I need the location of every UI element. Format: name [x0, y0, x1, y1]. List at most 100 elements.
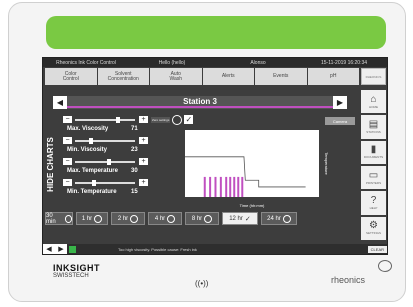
sidebar-settings[interactable]: ⚙ SETTINGS [361, 216, 386, 240]
slider-knob[interactable] [107, 159, 111, 165]
time-label: 12 hr [229, 215, 243, 222]
tab-events[interactable]: Events [255, 68, 307, 85]
time-label: 2 hr [117, 215, 129, 222]
sidebar-stations[interactable]: ▤ STATIONS [361, 115, 386, 139]
param-slider[interactable] [75, 138, 135, 144]
decrease-button[interactable]: − [63, 137, 72, 144]
user-name: Hello (hello) [158, 59, 186, 66]
sidebar-label: HOME [369, 104, 378, 109]
clear-button[interactable]: CLEAR [367, 245, 387, 253]
sidebar-label: STATIONS [366, 129, 381, 134]
radio-off-icon[interactable] [172, 114, 183, 125]
stations-icon: ▤ [368, 118, 379, 130]
param-row-min-temperature: − + Min. Temperature 15 [63, 179, 149, 200]
param-panel: − + Max. Viscosity 71 − + Min. Viscosity… [63, 116, 149, 200]
sidebar-printers[interactable]: ▭ PRINTERS [361, 165, 386, 190]
time-button-4hr[interactable]: 4 hr [148, 212, 182, 225]
viscosity-chart: ViscosityTemperatureTime (hh:mm) [185, 130, 361, 212]
inksight-brand: INKSIGHT SWISSTECH [53, 263, 100, 279]
rheonics-icon [378, 260, 392, 272]
prev-station-button[interactable]: ◀ [53, 96, 67, 109]
prev-status-button[interactable]: ◀ [43, 244, 55, 254]
top-info-strip: Rheonics Ink Color Control Hello (hello)… [43, 58, 387, 67]
chart-bar [237, 176, 240, 197]
time-label: 1 hr [81, 215, 93, 222]
touch-screen: Rheonics Ink Color Control Hello (hello)… [42, 57, 388, 255]
param-row-max-temperature: − + Max. Temperature 30 [63, 158, 149, 179]
sidebar-home[interactable]: ⌂ HOME [361, 90, 386, 114]
status-indicator [69, 245, 76, 253]
param-slider[interactable] [75, 180, 135, 186]
time-label: 4 hr [154, 215, 166, 222]
next-status-button[interactable]: ▶ [55, 244, 67, 254]
status-message: Too high viscosity. Possible cause: Fres… [118, 246, 197, 252]
time-range-bar: 30 min 1 hr 2 hr 4 hr 8 hr 12 hr ✓ 24 hr [43, 212, 387, 225]
param-row-min-viscosity: − + Min. Viscosity 23 [63, 137, 149, 158]
radio-icon [282, 214, 291, 223]
tab-alerts[interactable]: Alerts [202, 68, 254, 85]
hide-charts-label: HIDE CHARTS [45, 136, 55, 192]
param-slider[interactable] [75, 159, 135, 165]
param-label: Max. Temperature [67, 168, 118, 174]
sidebar-documents[interactable]: ▮ DOCUMENTS [361, 140, 386, 164]
check-icon[interactable]: ✓ [184, 115, 194, 124]
zoom-settings-label: Zero settings [151, 116, 171, 123]
sidebar-label: PRINTERS [365, 180, 382, 185]
increase-button[interactable]: + [139, 179, 148, 186]
sidebar-label: HELP [369, 205, 378, 210]
param-label: Min. Temperature [67, 189, 117, 195]
chart-line [185, 156, 306, 188]
nfc-icon: ((•)) [195, 279, 209, 288]
status-bar: ◀ ▶ Too high viscosity. Possible cause: … [43, 244, 387, 254]
time-button-30min[interactable]: 30 min [45, 212, 73, 225]
chart-bar [203, 176, 206, 197]
tab-color-control[interactable]: Color Control [45, 68, 97, 85]
sidebar-label: DOCUMENTS [363, 155, 384, 160]
increase-button[interactable]: + [139, 158, 148, 165]
tab-ph[interactable]: pH [307, 68, 359, 85]
param-label: Max. Viscosity [67, 126, 109, 132]
status-light-bar [46, 16, 386, 49]
check-icon: ✓ [244, 215, 251, 223]
chart-svg: ViscosityTemperatureTime (hh:mm) [185, 152, 329, 208]
decrease-button[interactable]: − [63, 158, 72, 165]
slider-knob[interactable] [116, 117, 120, 123]
increase-button[interactable]: + [139, 137, 148, 144]
decrease-button[interactable]: − [63, 179, 72, 186]
time-label: 30 min [46, 212, 56, 225]
radio-icon [64, 214, 72, 223]
chart-bar [209, 176, 212, 197]
station-label: Alonso [250, 59, 266, 66]
decrease-button[interactable]: − [63, 116, 72, 123]
time-button-24hr[interactable]: 24 hr [261, 212, 297, 225]
time-button-8hr[interactable]: 8 hr [185, 212, 219, 225]
tab-bar: Color Control Solvent Concentration Auto… [45, 68, 359, 85]
slider-knob[interactable] [92, 180, 96, 186]
chart-bar [233, 176, 236, 197]
camera-button[interactable]: Camera [325, 117, 355, 125]
rheonics-logo-text: rheonics [331, 275, 366, 285]
chart-bar [229, 176, 232, 197]
radio-icon [167, 214, 176, 223]
sidebar-help[interactable]: ? HELP [361, 191, 386, 215]
hide-charts-toggle[interactable]: HIDE CHARTS [45, 120, 55, 208]
param-value: 30 [131, 168, 138, 174]
home-icon: ⌂ [370, 93, 377, 105]
time-button-12hr[interactable]: 12 hr ✓ [222, 212, 258, 225]
inksight-logo-text: INKSIGHT [53, 263, 101, 273]
next-station-button[interactable]: ▶ [333, 96, 347, 109]
sidebar-label: SETTINGS [365, 231, 381, 236]
right-sidebar: ⌂ HOME ▤ STATIONS ▮ DOCUMENTS ▭ PRINTERS ? HE… [361, 90, 386, 240]
time-button-2hr[interactable]: 2 hr [111, 212, 145, 225]
datetime: 15-11-2019 16:20:34 [320, 59, 368, 66]
slider-knob[interactable] [89, 138, 93, 144]
printer-icon: ▭ [368, 169, 379, 181]
increase-button[interactable]: + [139, 116, 148, 123]
time-button-1hr[interactable]: 1 hr [76, 212, 108, 225]
station-header: ◀ Station 3 ▶ [53, 96, 347, 109]
system-name: Rheonics Ink Color Control [56, 59, 116, 66]
tab-solvent-concentration[interactable]: Solvent Concentration [97, 68, 149, 85]
param-slider[interactable] [75, 117, 135, 123]
tab-auto-wash[interactable]: Auto Wash [150, 68, 202, 85]
help-icon: ? [370, 194, 377, 206]
